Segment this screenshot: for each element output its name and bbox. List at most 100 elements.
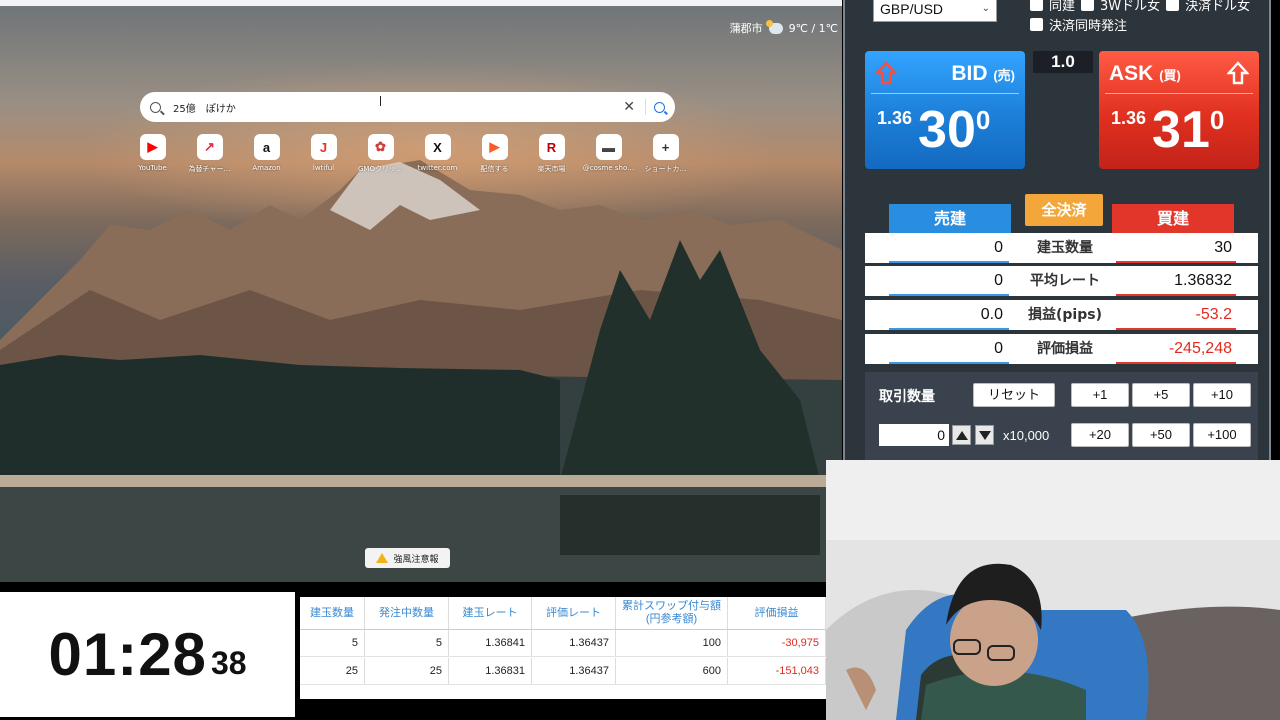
shortcut-tile[interactable]: ↗ 為替チャー… xyxy=(181,134,238,174)
inc-20-button[interactable]: +20 xyxy=(1071,423,1129,447)
shortcut-tile[interactable]: + ショートカ… xyxy=(637,134,694,174)
inc-1-button[interactable]: +1 xyxy=(1071,383,1129,407)
checkbox-label: 決済同時発注 xyxy=(1049,18,1128,34)
shortcut-label: 楽天市場 xyxy=(537,165,566,173)
column-header[interactable]: 発注中数量 xyxy=(365,597,449,629)
inc-100-button[interactable]: +100 xyxy=(1193,423,1251,447)
row-label: 平均レート xyxy=(1030,273,1100,289)
table-header: 建玉数量発注中数量建玉レート評価レート累計スワップ付与額 (円参考額)評価損益建 xyxy=(300,597,833,630)
buy-value: 30 xyxy=(1214,239,1232,256)
position-row: 0 評価損益 -245,248 xyxy=(865,334,1258,364)
shortcut-label: 配信する xyxy=(480,165,509,173)
position-row: 0.0 損益(pips) -53.2 xyxy=(865,300,1258,330)
table-cell: 1.36437 xyxy=(532,630,616,656)
shortcut-label: twitter.com xyxy=(417,164,458,172)
bid-sell-button[interactable]: BID (売) 1.36 30 0 xyxy=(865,51,1025,169)
stream-timer: 01:28 38 xyxy=(0,592,295,717)
weather-alert-chip[interactable]: 強風注意報 xyxy=(365,548,450,568)
amazon-icon: a xyxy=(253,134,280,160)
quantity-input[interactable]: 0 xyxy=(879,424,949,446)
bid-header: BID (売) xyxy=(875,61,1015,87)
option-row: 決済同時発注 xyxy=(1030,14,1250,34)
table-cell: 5 xyxy=(365,630,449,656)
broadcast-icon: ▶ xyxy=(481,134,508,160)
checkbox[interactable] xyxy=(1166,0,1180,11)
clear-icon[interactable]: ✕ xyxy=(623,100,635,114)
browser-new-tab: 蒲郡市 9℃ / 1℃ 25億 ぽけか ✕ ▶ YouTube ↗ 為替チャー… a Am… xyxy=(0,0,842,582)
sell-value: 0 xyxy=(994,239,1003,256)
shortcut-tile[interactable]: ✿ GMOクリッ… xyxy=(352,134,409,174)
shortcut-label: Amazon xyxy=(252,164,281,172)
column-header[interactable]: 評価レート xyxy=(532,597,616,629)
inc-5-button[interactable]: +5 xyxy=(1132,383,1190,407)
inc-10-button[interactable]: +10 xyxy=(1193,383,1251,407)
buy-value: 1.36832 xyxy=(1174,272,1232,289)
weather-alert-label: 強風注意報 xyxy=(393,554,439,565)
table-row[interactable]: 25251.368311.36437600-151,0430 xyxy=(300,658,833,685)
sell-underline xyxy=(889,328,1009,330)
shortcut-tile[interactable]: a Amazon xyxy=(238,134,295,174)
chevron-down-icon: ⌄ xyxy=(981,3,990,14)
column-header[interactable]: 建玉レート xyxy=(449,597,532,629)
decrease-quantity-icon[interactable] xyxy=(975,425,994,445)
search-submit-icon[interactable] xyxy=(654,101,665,113)
increase-quantity-icon[interactable] xyxy=(952,425,971,445)
arrow-up-icon xyxy=(875,61,897,87)
ask-label: ASK (買) xyxy=(1109,62,1181,85)
currency-pair-select[interactable]: GBP/USD ⌄ xyxy=(873,0,997,22)
table-cell: 25 xyxy=(300,658,365,684)
currency-pair-value: GBP/USD xyxy=(880,1,944,17)
shortcut-label: lwtiful xyxy=(312,164,335,172)
buy-underline xyxy=(1116,362,1236,364)
inc-50-button[interactable]: +50 xyxy=(1132,423,1190,447)
sell-position-header: 売建 xyxy=(889,204,1011,234)
ask-divider xyxy=(1105,93,1253,94)
buy-underline xyxy=(1116,261,1236,263)
shortcut-tile[interactable]: ▶ 配信する xyxy=(466,134,523,174)
ask-buy-button[interactable]: ASK (買) 1.36 31 0 xyxy=(1099,51,1259,169)
checkbox[interactable] xyxy=(1081,0,1095,11)
youtube-icon: ▶ xyxy=(139,134,166,160)
chart-icon: ↗ xyxy=(196,134,223,160)
ask-fraction: 0 xyxy=(1209,105,1225,135)
webcam-person-image xyxy=(826,460,1280,720)
table-row[interactable]: 551.368411.36437100-30,9750 xyxy=(300,630,833,657)
plus-icon: + xyxy=(652,134,679,160)
buy-position-header: 買建 xyxy=(1112,204,1234,234)
timer-centiseconds: 38 xyxy=(210,645,247,681)
search-divider xyxy=(645,99,646,115)
shortcut-label: ショートカ… xyxy=(644,165,687,173)
shortcut-tile[interactable]: ▶ YouTube xyxy=(124,134,181,174)
text-cursor-icon xyxy=(380,96,381,106)
timer-main: 01:28 xyxy=(48,621,207,688)
checkbox[interactable] xyxy=(1030,0,1043,11)
close-all-button[interactable]: 全決済 xyxy=(1025,194,1103,226)
search-input[interactable]: 25億 ぽけか xyxy=(173,100,623,115)
gmo-icon: ✿ xyxy=(367,134,394,160)
table-cell: 25 xyxy=(365,658,449,684)
bid-divider xyxy=(871,93,1019,94)
weather-temps: 9℃ / 1℃ xyxy=(788,21,838,35)
trade-quantity-label: 取引数量 xyxy=(879,389,935,405)
column-header[interactable]: 建玉数量 xyxy=(300,597,365,629)
search-bar[interactable]: 25億 ぽけか ✕ xyxy=(140,92,675,122)
shortcut-tile[interactable]: Jlwtiful xyxy=(295,134,352,174)
shortcut-tile[interactable]: R 楽天市場 xyxy=(523,134,580,174)
column-header[interactable]: 累計スワップ付与額 (円参考額) xyxy=(616,597,728,629)
checkbox[interactable] xyxy=(1030,17,1043,31)
checkbox-label: 3Wドル女 xyxy=(1100,0,1161,14)
shortcut-tile[interactable]: Xtwitter.com xyxy=(409,134,466,174)
shortcut-tile[interactable]: ▬ @cosme sho… xyxy=(580,134,637,174)
row-label: 建玉数量 xyxy=(1037,240,1093,256)
weather-widget[interactable]: 蒲郡市 9℃ / 1℃ xyxy=(730,19,838,36)
sell-value: 0 xyxy=(994,340,1003,357)
quantity-unit: x10,000 xyxy=(1003,428,1050,443)
order-options: 同建 3Wドル女 決済ドル女 決済同時発注 xyxy=(1030,0,1250,34)
reset-button[interactable]: リセット xyxy=(973,383,1055,407)
ask-price: 1.36 31 0 xyxy=(1111,101,1224,159)
row-label: 評価損益 xyxy=(1037,341,1093,357)
sell-underline xyxy=(889,294,1009,296)
column-header[interactable]: 評価損益 xyxy=(728,597,826,629)
ask-big-figure: 1.36 xyxy=(1111,108,1147,128)
rakuten-icon: R xyxy=(538,134,565,160)
